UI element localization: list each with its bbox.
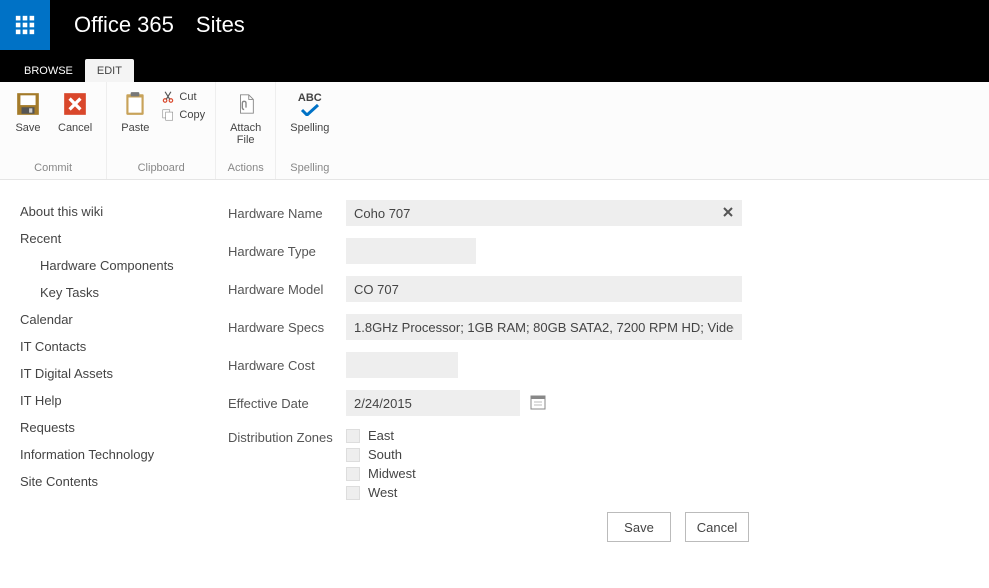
checkbox-icon [346,486,360,500]
nav-it-contacts[interactable]: IT Contacts [20,333,200,360]
zone-midwest-label: Midwest [368,466,416,481]
commit-group-label: Commit [34,158,72,179]
nav-key-tasks[interactable]: Key Tasks [20,279,200,306]
row-hardware-cost: Hardware Cost [228,352,749,378]
save-button[interactable]: Save [10,88,46,136]
calendar-icon [530,394,546,410]
copy-label: Copy [179,109,205,121]
row-distribution-zones: Distribution Zones East South Midwest We… [228,428,749,500]
effective-date-field[interactable] [346,390,520,416]
body: About this wiki Recent Hardware Componen… [0,180,989,588]
actions-group-label: Actions [228,158,264,179]
nav-recent[interactable]: Recent [20,225,200,252]
brand-label[interactable]: Office 365 [74,12,174,38]
date-picker-button[interactable] [530,394,546,413]
nav-calendar[interactable]: Calendar [20,306,200,333]
ribbon: Save Cancel Commit [0,82,989,180]
cancel-button[interactable]: Cancel [54,88,96,136]
nav-it-digital-assets[interactable]: IT Digital Assets [20,360,200,387]
zone-west-label: West [368,485,397,500]
close-icon [722,206,734,218]
zone-midwest[interactable]: Midwest [346,466,416,481]
nav-about-wiki[interactable]: About this wiki [20,198,200,225]
label-distribution-zones: Distribution Zones [228,428,346,445]
checkbox-icon [346,448,360,462]
cut-icon [161,90,175,104]
row-hardware-specs: Hardware Specs [228,314,749,340]
tab-browse[interactable]: BROWSE [12,59,85,82]
paste-label: Paste [121,122,149,134]
paste-icon [122,91,148,117]
row-hardware-name: Hardware Name [228,200,749,226]
spelling-button[interactable]: ABC Spelling [286,88,333,136]
copy-icon [161,108,175,122]
row-hardware-type: Hardware Type [228,238,749,264]
waffle-icon [14,14,36,36]
attach-file-icon [235,91,257,117]
attach-label: Attach File [230,122,261,146]
zone-south-label: South [368,447,402,462]
form-save-button[interactable]: Save [607,512,671,542]
form-button-row: Save Cancel [228,512,749,542]
top-header: Office 365 Sites [0,0,989,50]
spelling-group-label: Spelling [290,158,329,179]
cut-label: Cut [179,91,196,103]
zone-south[interactable]: South [346,447,416,462]
label-hardware-specs: Hardware Specs [228,320,346,335]
paste-button[interactable]: Paste [117,88,153,136]
tab-edit[interactable]: EDIT [85,59,134,82]
save-icon [15,91,41,117]
zone-west[interactable]: West [346,485,416,500]
row-effective-date: Effective Date [228,390,749,416]
cut-button[interactable]: Cut [161,90,205,104]
nav-site-contents[interactable]: Site Contents [20,468,200,495]
cancel-icon [62,91,88,117]
label-hardware-model: Hardware Model [228,282,346,297]
form-area: Hardware Name Hardware Type Hardware Mod… [200,180,989,588]
hardware-name-field[interactable] [346,200,742,226]
hardware-model-field[interactable] [346,276,742,302]
clear-name-button[interactable] [722,205,734,221]
attach-file-button[interactable]: Attach File [226,88,265,148]
label-effective-date: Effective Date [228,396,346,411]
nav-requests[interactable]: Requests [20,414,200,441]
spelling-abc-label: ABC [298,92,322,104]
cancel-label: Cancel [58,122,92,134]
app-launcher-button[interactable] [0,0,50,50]
left-nav: About this wiki Recent Hardware Componen… [0,180,200,588]
nav-it-help[interactable]: IT Help [20,387,200,414]
ribbon-group-commit: Save Cancel Commit [0,82,107,179]
checkbox-icon [346,467,360,481]
hardware-type-field[interactable] [346,238,476,264]
ribbon-group-clipboard: Paste Cut Copy [107,82,216,179]
ribbon-group-spelling: ABC Spelling Spelling [276,82,343,179]
row-hardware-model: Hardware Model [228,276,749,302]
label-hardware-name: Hardware Name [228,206,346,221]
sites-link[interactable]: Sites [196,12,245,38]
copy-button[interactable]: Copy [161,108,205,122]
ribbon-group-actions: Attach File Actions [216,82,276,179]
zone-east[interactable]: East [346,428,416,443]
hardware-specs-field[interactable] [346,314,742,340]
label-hardware-cost: Hardware Cost [228,358,346,373]
label-hardware-type: Hardware Type [228,244,346,259]
tab-strip: BROWSE EDIT [0,50,989,82]
form-cancel-button[interactable]: Cancel [685,512,749,542]
check-icon [298,104,322,116]
clipboard-group-label: Clipboard [138,158,185,179]
hardware-cost-field[interactable] [346,352,458,378]
nav-information-technology[interactable]: Information Technology [20,441,200,468]
spelling-label: Spelling [290,122,329,134]
nav-hardware-components[interactable]: Hardware Components [20,252,200,279]
save-label: Save [15,122,40,134]
checkbox-icon [346,429,360,443]
zone-east-label: East [368,428,394,443]
